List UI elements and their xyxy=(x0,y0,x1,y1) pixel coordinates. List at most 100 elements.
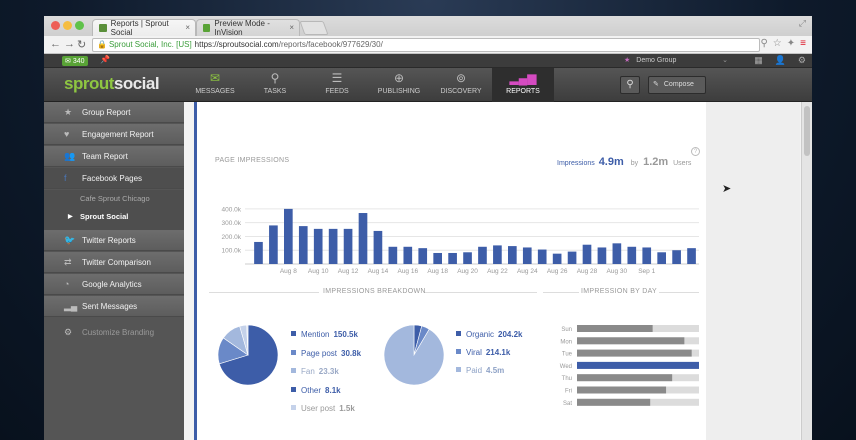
impression-by-day-title: IMPRESSION BY DAY xyxy=(581,288,658,295)
bookmark-star-icon[interactable]: ☆ xyxy=(773,38,782,49)
sidebar-item-team-report[interactable]: 👥 Team Report xyxy=(44,146,184,167)
caret-right-icon: ▶ xyxy=(68,214,73,220)
legend-item: Organic 204.2k xyxy=(456,330,522,339)
impressions-bar xyxy=(627,246,637,264)
sidebar-item-facebook-pages[interactable]: f Facebook Pages xyxy=(44,168,184,189)
day-bar xyxy=(577,337,685,345)
sidebar-item-google-analytics[interactable]: ◔ Google Analytics xyxy=(44,274,184,295)
y-tick-label: 300.0k xyxy=(221,220,241,227)
sprout-favicon-icon xyxy=(99,24,107,32)
y-tick-label: 200.0k xyxy=(221,234,241,241)
legend-item: Page post 30.8k xyxy=(291,349,361,358)
x-tick-label: Aug 10 xyxy=(308,268,329,275)
forward-arrow-icon[interactable]: → xyxy=(64,38,75,50)
nav-messages[interactable]: ✉ MESSAGES xyxy=(184,68,246,102)
x-tick-label: Aug 26 xyxy=(547,268,568,275)
zoom-window-icon[interactable] xyxy=(75,21,84,30)
nav-discovery[interactable]: ⊚ DISCOVERY xyxy=(430,68,492,102)
sidebar-item-label: Facebook Pages xyxy=(82,174,143,183)
extension-icon[interactable]: ✦ xyxy=(787,38,795,49)
group-selector[interactable]: ★ Demo Group ⌄ xyxy=(624,56,728,66)
x-tick-label: Aug 18 xyxy=(427,268,448,275)
users-total: 1.2m xyxy=(643,156,669,168)
y-tick-label: 100.0k xyxy=(221,248,241,255)
vertical-scrollbar[interactable] xyxy=(801,102,812,440)
legend-swatch xyxy=(456,331,461,336)
help-icon[interactable]: ? xyxy=(691,147,700,156)
legend-value: 214.1k xyxy=(485,348,511,357)
sidebar-item-group-report[interactable]: ★ Group Report xyxy=(44,102,184,123)
url-host: https://sproutsocial.com xyxy=(194,40,279,49)
scrollbar-thumb[interactable] xyxy=(804,106,810,156)
sidebar-item-label: Group Report xyxy=(82,108,131,117)
fullscreen-icon[interactable]: ⤢ xyxy=(799,18,806,29)
sidebar-subitem-label: Cafe Sprout Chicago xyxy=(80,194,150,203)
tab-label: Preview Mode - InVision xyxy=(214,19,270,37)
nav-feeds[interactable]: ☰ FEEDS xyxy=(306,68,368,102)
logo-social: social xyxy=(113,74,160,93)
legend-item: Fan 23.3k xyxy=(291,367,339,376)
impressions-bar xyxy=(582,244,592,264)
sidebar-item-customize-branding[interactable]: ⚙ Customize Branding xyxy=(44,322,184,343)
search-button[interactable]: ⚲ xyxy=(620,76,640,94)
compass-icon: ⊕ xyxy=(393,71,405,85)
day-bar xyxy=(577,325,653,332)
legend-swatch xyxy=(291,349,296,355)
sidebar-subitem-cafe-sprout-chicago[interactable]: Cafe Sprout Chicago xyxy=(44,190,184,208)
message-count: 340 xyxy=(72,58,85,65)
settings-gear-icon[interactable]: ⚙ xyxy=(798,55,806,66)
impression-by-day-chart: Sun Mon Tue Wed Thu Fri Sat xyxy=(560,325,699,407)
reload-icon[interactable]: ↻ xyxy=(77,38,86,51)
heart-icon: ♥ xyxy=(64,129,70,139)
envelope-icon: ✉ xyxy=(209,71,221,85)
legend-label: Paid xyxy=(466,366,483,375)
sidebar-item-engagement-report[interactable]: ♥ Engagement Report xyxy=(44,124,184,145)
new-tab-button[interactable] xyxy=(299,21,329,35)
tab-invision[interactable]: Preview Mode - InVision × xyxy=(196,19,300,37)
impressions-bar xyxy=(597,247,607,264)
legend-label: User post xyxy=(301,404,336,413)
message-count-badge[interactable]: ✉ 340 xyxy=(62,56,88,66)
close-window-icon[interactable] xyxy=(51,21,60,30)
sproutsocial-logo[interactable]: sproutsocial xyxy=(64,74,160,94)
nav-label: REPORTS xyxy=(506,88,540,95)
x-tick-label: Aug 14 xyxy=(368,268,389,275)
tab-close-icon[interactable]: × xyxy=(289,23,294,32)
impressions-bar xyxy=(328,228,338,264)
logo-sprout: sprout xyxy=(64,74,114,93)
compose-button[interactable]: ✎ Compose xyxy=(648,76,706,94)
legend-value: 30.8k xyxy=(341,348,362,358)
users-label: Users xyxy=(673,160,692,167)
pin-icon[interactable]: 📌 xyxy=(100,55,110,64)
browser-menu-icon[interactable]: ≡ xyxy=(800,38,806,49)
impressions-bar xyxy=(373,230,383,264)
divider xyxy=(659,292,699,293)
url-input[interactable]: 🔒 Sprout Social, Inc. [US] https://sprouts… xyxy=(92,38,760,52)
legend-label: Other xyxy=(301,385,322,395)
nav-reports[interactable]: ▂▄▆ REPORTS xyxy=(492,68,554,102)
impressions-bar xyxy=(403,246,413,264)
divider xyxy=(425,292,537,293)
sidebar-item-twitter-reports[interactable]: 🐦 Twitter Reports xyxy=(44,230,184,251)
user-add-icon[interactable]: 👤 xyxy=(775,55,786,66)
search-icon: ⚲ xyxy=(626,79,634,90)
calendar-icon[interactable]: ▦ xyxy=(754,55,763,66)
nav-tasks[interactable]: ⚲ TASKS xyxy=(244,68,306,102)
back-arrow-icon[interactable]: ← xyxy=(50,38,61,50)
nav-publishing[interactable]: ⊕ PUBLISHING xyxy=(368,68,430,102)
reports-sidebar: ★ Group Report ♥ Engagement Report 👥 Team R… xyxy=(44,102,184,440)
tab-close-icon[interactable]: × xyxy=(185,23,190,32)
tab-reports[interactable]: Reports | Sprout Social × xyxy=(92,19,196,37)
legend-label: Fan xyxy=(301,367,315,376)
impressions-summary: Impressions 4.9m by 1.2m Users xyxy=(557,156,691,168)
impressions-bar xyxy=(343,228,353,264)
sidebar-item-label: Twitter Comparison xyxy=(82,258,151,267)
top-bar-icons: ▦ 👤 ⚙ xyxy=(754,55,806,66)
sidebar-item-twitter-comparison[interactable]: ⇄ Twitter Comparison xyxy=(44,252,184,273)
sidebar-item-sent-messages[interactable]: ▂▄ Sent Messages xyxy=(44,296,184,317)
sidebar-subitem-sprout-social[interactable]: ▶ Sprout Social xyxy=(44,208,184,230)
people-icon: 👥 xyxy=(64,151,76,161)
minimize-window-icon[interactable] xyxy=(63,21,72,30)
legend-swatch xyxy=(291,405,296,410)
zoom-icon[interactable]: ⚲ xyxy=(760,38,767,49)
